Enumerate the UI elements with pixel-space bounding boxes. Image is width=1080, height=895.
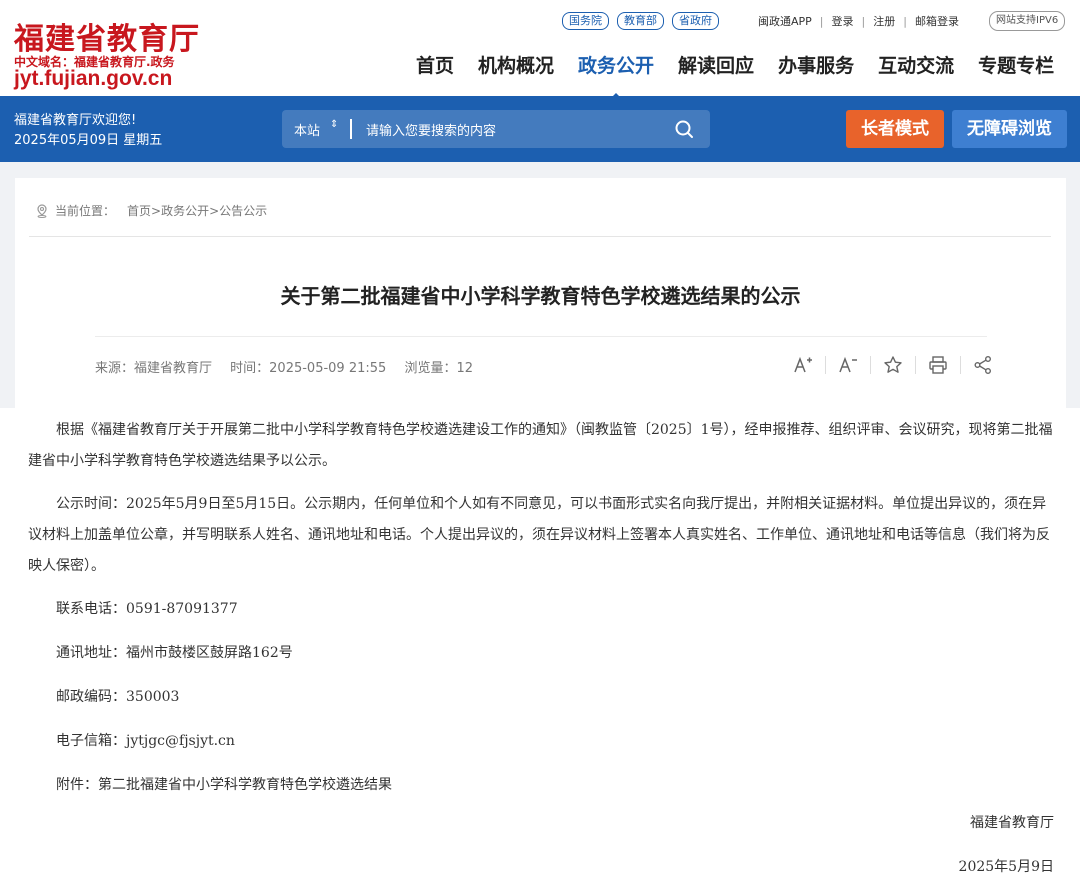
breadcrumb-level2[interactable]: 公告公示 xyxy=(219,202,267,219)
article-body: 根据《福建省教育厅关于开展第二批中小学科学教育特色学校遴选建设工作的通知》（闽教… xyxy=(28,415,1056,814)
breadcrumb-separator: > xyxy=(151,203,162,218)
updown-caret-icon[interactable]: ⇕ xyxy=(330,119,338,130)
signature: 福建省教育厅 xyxy=(970,815,1054,831)
register-link[interactable]: 注册 xyxy=(873,13,895,29)
nav-services[interactable]: 办事服务 xyxy=(778,52,854,82)
current-date: 2025年05月09日 星期五 xyxy=(14,133,163,148)
breadcrumb: 当前位置： 首页 > 政务公开 > 公告公示 xyxy=(35,202,267,219)
nav-organization[interactable]: 机构概况 xyxy=(478,52,554,82)
favorite-star-icon[interactable] xyxy=(882,354,904,376)
link-ministry-education[interactable]: 教育部 xyxy=(617,12,664,30)
article-time: 时间：2025-05-09 21:55 xyxy=(230,361,387,376)
print-icon[interactable] xyxy=(927,354,949,376)
separator: | xyxy=(819,14,824,28)
separator: | xyxy=(861,14,866,28)
sign-date: 2025年5月9日 xyxy=(958,859,1054,875)
breadcrumb-level1[interactable]: 政务公开 xyxy=(161,202,209,219)
article-paragraph: 公示时间：2025年5月9日至5月15日。公示期内，任何单位和个人如有不同意见，… xyxy=(28,496,1050,574)
breadcrumb-home[interactable]: 首页 xyxy=(127,202,151,219)
article-paragraph: 根据《福建省教育厅关于开展第二批中小学科学教育特色学校遴选建设工作的通知》（闽教… xyxy=(28,422,1053,469)
contact-phone: 联系电话：0591-87091377 xyxy=(56,601,238,617)
separator: | xyxy=(903,14,907,28)
nav-interpretation[interactable]: 解读回应 xyxy=(678,52,754,82)
contact-postcode: 邮政编码：350003 xyxy=(56,689,180,705)
nav-special-topics[interactable]: 专题专栏 xyxy=(978,52,1054,82)
nav-home[interactable]: 首页 xyxy=(416,52,454,82)
site-header: 福建省教育厅 中文域名：福建省教育厅.政务 jyt.fujian.gov.cn … xyxy=(0,0,1080,100)
ipv6-badge: 网站支持IPV6 xyxy=(989,11,1066,31)
font-decrease-icon[interactable] xyxy=(837,354,859,376)
location-pin-icon xyxy=(37,203,47,218)
site-logo-domain: jyt.fujian.gov.cn xyxy=(14,67,173,90)
main-nav: 首页 机构概况 政务公开 解读回应 办事服务 互动交流 专题专栏 xyxy=(416,52,1054,100)
contact-address: 通讯地址：福州市鼓楼区鼓屏路162号 xyxy=(56,645,293,661)
article-views: 浏览量：12 xyxy=(404,361,473,376)
search-scope-select[interactable]: 本站 xyxy=(294,120,320,139)
app-link[interactable]: 闽政通APP xyxy=(758,13,812,29)
nav-interaction[interactable]: 互动交流 xyxy=(878,52,954,82)
article-tools xyxy=(792,354,994,376)
site-logo-title[interactable]: 福建省教育厅 xyxy=(14,14,200,58)
breadcrumb-label: 当前位置： xyxy=(55,204,116,218)
article-title: 关于第二批福建省中小学科学教育特色学校遴选结果的公示 xyxy=(280,284,801,308)
accessibility-button[interactable]: 无障碍浏览 xyxy=(952,110,1067,148)
attachment-link[interactable]: 附件：第二批福建省中小学科学教育特色学校遴选结果 xyxy=(28,770,1056,801)
search-input[interactable]: 请输入您要搜索的内容 xyxy=(366,120,496,139)
breadcrumb-separator: > xyxy=(209,203,220,218)
tool-separator xyxy=(960,356,961,374)
contact-email: 电子信箱：jytjgc@fjsjyt.cn xyxy=(56,733,235,749)
article-source: 来源：福建省教育厅 xyxy=(95,361,213,376)
mail-login-link[interactable]: 邮箱登录 xyxy=(915,13,959,29)
elder-mode-button[interactable]: 长者模式 xyxy=(846,110,944,148)
article-header-card: 当前位置： 首页 > 政务公开 > 公告公示 关于第二批福建省中小学科学教育特色… xyxy=(15,178,1066,408)
title-divider xyxy=(95,336,987,337)
tool-separator xyxy=(915,356,916,374)
gov-links: 国务院 教育部 省政府 xyxy=(562,11,727,31)
link-state-council[interactable]: 国务院 xyxy=(562,12,609,30)
share-icon[interactable] xyxy=(972,354,994,376)
search-divider xyxy=(350,119,352,139)
font-increase-icon[interactable] xyxy=(792,354,814,376)
breadcrumb-divider xyxy=(29,236,1051,237)
login-link[interactable]: 登录 xyxy=(832,13,854,29)
nav-gov-affairs[interactable]: 政务公开 xyxy=(578,52,654,100)
welcome-text: 福建省教育厅欢迎您! 2025年05月09日 星期五 xyxy=(14,111,162,151)
link-provincial-gov[interactable]: 省政府 xyxy=(672,12,719,30)
welcome-message: 福建省教育厅欢迎您! xyxy=(14,113,137,128)
tool-separator xyxy=(870,356,871,374)
tool-separator xyxy=(825,356,826,374)
search-icon[interactable] xyxy=(674,119,694,139)
search-box: 本站 ⇕ 请输入您要搜索的内容 xyxy=(282,110,710,148)
article-meta: 来源：福建省教育厅 时间：2025-05-09 21:55 浏览量：12 xyxy=(95,357,487,376)
user-links: 闽政通APP | 登录 | 注册 | 邮箱登录 xyxy=(758,11,959,31)
search-bar-section: 福建省教育厅欢迎您! 2025年05月09日 星期五 本站 ⇕ 请输入您要搜索的… xyxy=(0,96,1080,162)
